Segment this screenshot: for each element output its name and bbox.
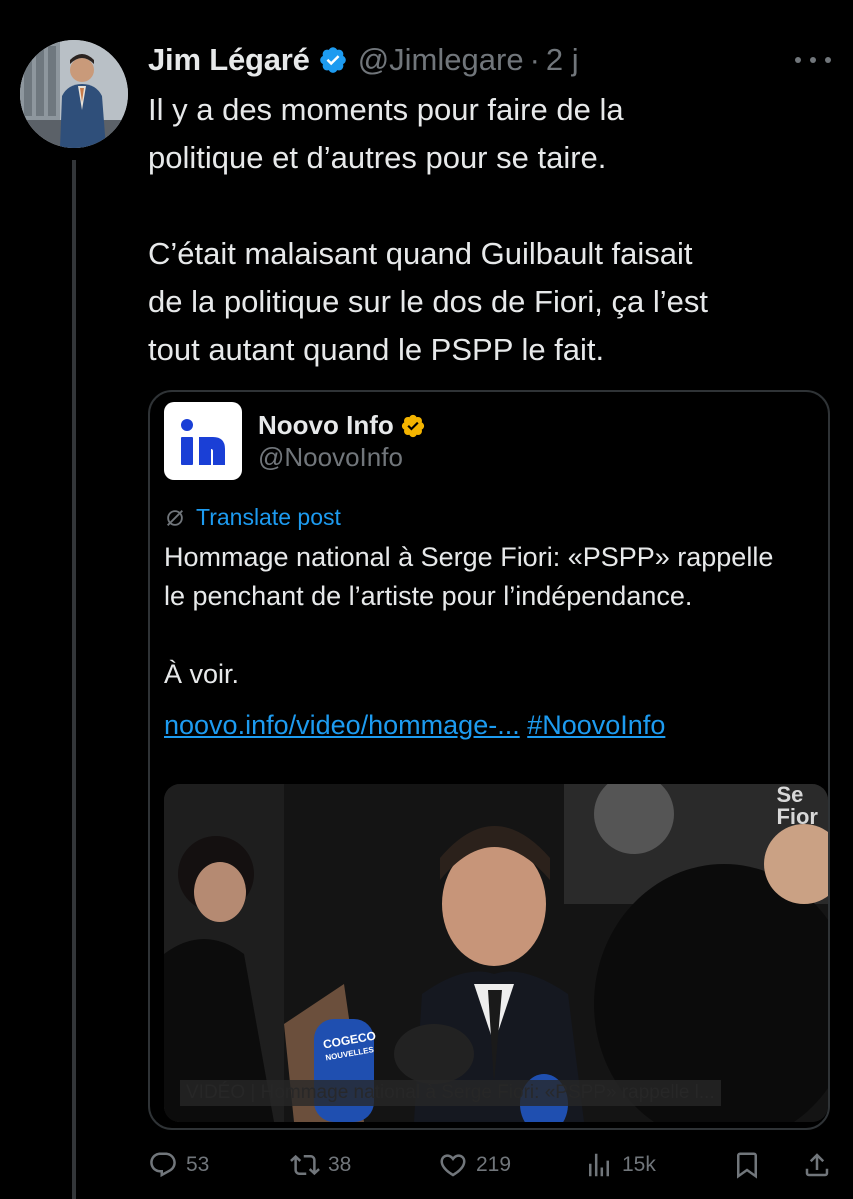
quoted-author-avatar[interactable]: [164, 402, 242, 480]
author-avatar[interactable]: [20, 40, 128, 148]
repost-icon: [290, 1154, 320, 1176]
profile-photo-icon: [20, 40, 128, 148]
quoted-post-text: Hommage national à Serge Fiori: «PSPP» r…: [164, 542, 774, 689]
author-handle[interactable]: @Jimlegare: [358, 42, 524, 78]
heart-icon: [440, 1154, 466, 1177]
like-button[interactable]: 219: [438, 1150, 511, 1180]
video-caption: VIDÉO | Hommage national à Serge Fiori: …: [180, 1080, 721, 1106]
bookmark-icon: [737, 1152, 757, 1179]
video-scene-image: [164, 784, 828, 1122]
quoted-author-handle[interactable]: @NoovoInfo: [258, 442, 403, 473]
quoted-post-card[interactable]: Noovo Info @NoovoInfo Translate post Hom…: [148, 390, 830, 1130]
views-chart-icon: [589, 1153, 609, 1177]
translate-icon: [167, 509, 183, 526]
reply-icon: [150, 1152, 176, 1178]
views-button[interactable]: 15k: [584, 1150, 656, 1180]
repost-button[interactable]: 38: [290, 1150, 351, 1180]
tweet-action-bar: 53 38 219 15k: [148, 1150, 838, 1190]
video-overlay-title: Se Fior: [776, 784, 818, 829]
more-options-button[interactable]: [795, 48, 831, 72]
article-link[interactable]: noovo.info/video/hommage-...: [164, 710, 520, 740]
thread-connector-line: [72, 160, 76, 1199]
quoted-author-display-name[interactable]: Noovo Info: [258, 410, 394, 441]
dot-separator: ·: [529, 42, 540, 77]
quoted-video-thumbnail[interactable]: Se Fior COGECO NOUVELLES VIDÉO | Hommage…: [164, 784, 828, 1122]
quoted-author-name-row: Noovo Info: [258, 410, 426, 441]
tweet-timestamp[interactable]: 2 j: [546, 42, 579, 78]
bookmark-button[interactable]: [732, 1150, 770, 1180]
quoted-post-links: noovo.info/video/hommage-... #NoovoInfo: [164, 706, 665, 745]
translate-post-label: Translate post: [196, 504, 341, 530]
tweet-header: Jim Légaré @Jimlegare · 2 j: [148, 40, 579, 80]
author-display-name[interactable]: Jim Légaré: [148, 42, 310, 78]
repost-count: 38: [328, 1153, 352, 1176]
share-icon: [805, 1153, 829, 1177]
reply-count: 53: [186, 1153, 210, 1176]
like-count: 219: [476, 1153, 512, 1176]
tweet-body-text: Il y a des moments pour faire de la poli…: [148, 92, 709, 367]
noovo-logo-icon: [181, 419, 225, 465]
verified-badge-icon[interactable]: [318, 45, 348, 75]
translate-post-button[interactable]: Translate post: [164, 504, 341, 531]
more-horizontal-icon: [795, 57, 801, 63]
gold-verified-badge-icon[interactable]: [400, 413, 426, 439]
share-button[interactable]: [802, 1150, 840, 1180]
views-count: 15k: [622, 1153, 656, 1176]
reply-button[interactable]: 53: [148, 1150, 209, 1180]
hashtag-link[interactable]: #NoovoInfo: [527, 710, 665, 740]
